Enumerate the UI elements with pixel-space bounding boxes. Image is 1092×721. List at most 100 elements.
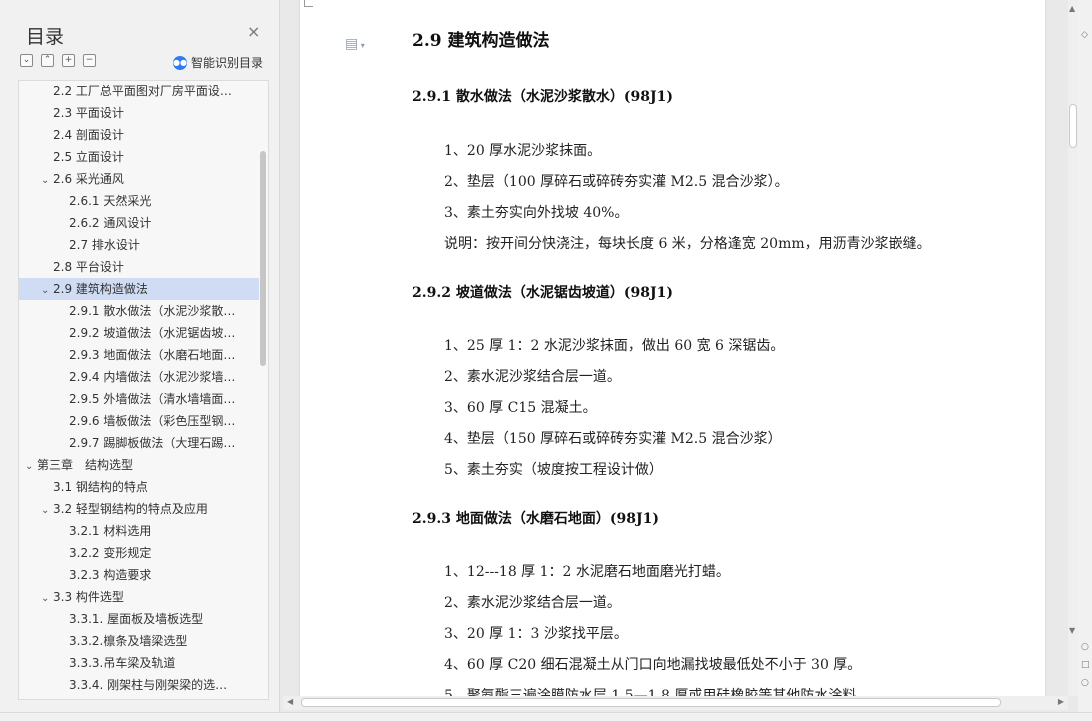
vertical-scroll-thumb[interactable] bbox=[1069, 104, 1077, 148]
toc-item[interactable]: 2.9.3 地面做法（水磨石地面… bbox=[19, 344, 259, 366]
toc-item-label: 2.9.4 内墙做法（水泥沙浆墙… bbox=[69, 370, 236, 384]
toc-item-label: 2.4 剖面设计 bbox=[53, 128, 124, 142]
toc-item[interactable]: ⌄ 3.2 轻型钢结构的特点及应用 bbox=[19, 498, 259, 520]
toc-item[interactable]: 2.2 工厂总平面图对厂房平面设… bbox=[19, 81, 259, 102]
toc-item[interactable]: 2.9.1 散水做法（水泥沙浆散… bbox=[19, 300, 259, 322]
toc-item-label: 2.9.1 散水做法（水泥沙浆散… bbox=[69, 304, 236, 318]
horizontal-scrollbar[interactable]: ◀ ▶ bbox=[283, 696, 1068, 710]
paragraph: 5、聚氨酯三遍涂膜防水层 1.5—1.8 厚或用硅橡胶等其他防水涂料 bbox=[444, 688, 857, 696]
toc-panel: 目录 × ⌄ ⌃ + − ●● 智能识别目录 2.2 工厂总平面图对厂房平面设…… bbox=[0, 0, 280, 712]
toc-item[interactable]: 3.2.2 变形规定 bbox=[19, 542, 259, 564]
toc-item-label: 2.3 平面设计 bbox=[53, 106, 124, 120]
toc-item[interactable]: ⌄ 第三章 结构选型 bbox=[19, 454, 259, 476]
toc-item[interactable]: 2.9.4 内墙做法（水泥沙浆墙… bbox=[19, 366, 259, 388]
document-page: ▤ ▾ 2.9 建筑构造做法 2.9.1 散水做法（水泥沙浆散水）(98J1) … bbox=[300, 0, 1045, 696]
horizontal-scroll-thumb[interactable] bbox=[301, 698, 1001, 707]
toc-scrollbar[interactable] bbox=[259, 81, 267, 699]
toc-item[interactable]: 2.8 平台设计 bbox=[19, 256, 259, 278]
toc-item[interactable]: 2.9.2 坡道做法（水泥锯齿坡… bbox=[19, 322, 259, 344]
vertical-scrollbar[interactable]: ▲ ▼ bbox=[1068, 0, 1078, 696]
toc-item-label: 2.5 立面设计 bbox=[53, 150, 124, 164]
toc-item-label: 2.6.1 天然采光 bbox=[69, 194, 152, 208]
toc-item-label: 3.2.3 构造要求 bbox=[69, 568, 152, 582]
paragraph: 说明：按开间分快浇注，每块长度 6 米，分格逢宽 20mm，用沥青沙浆嵌缝。 bbox=[444, 236, 931, 252]
toc-item[interactable]: 3.3.3.吊车梁及轨道 bbox=[19, 652, 259, 674]
prev-page-icon[interactable]: ○ bbox=[1081, 642, 1089, 652]
paragraph: 5、素土夯实（坡度按工程设计做） bbox=[444, 462, 663, 478]
toc-item[interactable]: 3.3.4. 刚架柱与刚架梁的选… bbox=[19, 674, 259, 696]
toc-item[interactable]: 3.3.1. 屋面板及墙板选型 bbox=[19, 608, 259, 630]
toc-item-label: 3.2.2 变形规定 bbox=[69, 546, 152, 560]
toc-tree: 2.2 工厂总平面图对厂房平面设… 2.3 平面设计 2.4 剖面设计 2.5 立面设… bbox=[18, 80, 269, 700]
smart-toc-label: 智能识别目录 bbox=[191, 56, 264, 70]
close-icon[interactable]: × bbox=[247, 24, 260, 40]
chevron-down-icon[interactable]: ⌄ bbox=[41, 500, 53, 520]
section-heading: 2.9 建筑构造做法 bbox=[412, 31, 550, 51]
smart-toc-button[interactable]: ●● 智能识别目录 bbox=[173, 54, 263, 71]
scroll-down-icon[interactable]: ▼ bbox=[1069, 626, 1075, 635]
expand-all-icon[interactable]: ⌄ bbox=[20, 54, 33, 67]
scroll-left-icon[interactable]: ◀ bbox=[287, 697, 293, 706]
collapse-all-icon[interactable]: ⌃ bbox=[41, 54, 54, 67]
page-select-icon[interactable]: □ bbox=[1081, 660, 1090, 670]
paragraph: 2、素水泥沙浆结合层一道。 bbox=[444, 595, 621, 611]
toc-item[interactable]: ⌄ 2.9 建筑构造做法 bbox=[19, 278, 259, 300]
toc-item-label: 2.9 建筑构造做法 bbox=[53, 282, 148, 296]
subsection-title: 2.9.2 坡道做法（水泥锯齿坡道）(98J1) bbox=[412, 285, 673, 301]
toc-item-label: 3.3 构件选型 bbox=[53, 590, 124, 604]
toc-item[interactable]: 2.9.5 外墙做法（清水墙墙面… bbox=[19, 388, 259, 410]
next-page-icon[interactable]: ○ bbox=[1081, 678, 1089, 688]
smart-recognize-icon: ●● bbox=[173, 55, 187, 70]
toc-item-label: 3.2.1 材料选用 bbox=[69, 524, 152, 538]
paragraph: 3、20 厚 1：3 沙浆找平层。 bbox=[444, 626, 628, 642]
scroll-up-icon[interactable]: ▲ bbox=[1069, 4, 1075, 13]
toc-item[interactable]: 3.3.2.檩条及墙梁选型 bbox=[19, 630, 259, 652]
toc-item[interactable]: 3.2.3 构造要求 bbox=[19, 564, 259, 586]
toc-item[interactable]: 2.9.7 踢脚板做法（大理石踢… bbox=[19, 432, 259, 454]
paragraph: 1、12---18 厚 1：2 水泥磨石地面磨光打蜡。 bbox=[444, 564, 730, 580]
toc-item[interactable]: 2.7 排水设计 bbox=[19, 234, 259, 256]
toc-header: 目录 × ⌄ ⌃ + − ●● 智能识别目录 bbox=[0, 0, 279, 80]
toc-item[interactable]: 2.9.6 墙板做法（彩色压型钢… bbox=[19, 410, 259, 432]
paragraph: 2、素水泥沙浆结合层一道。 bbox=[444, 369, 621, 385]
toc-item[interactable]: 2.3 平面设计 bbox=[19, 102, 259, 124]
paragraph: 1、25 厚 1：2 水泥沙浆抹面，做出 60 宽 6 深锯齿。 bbox=[444, 338, 785, 354]
toc-item-label: 3.3.2.檩条及墙梁选型 bbox=[69, 634, 188, 648]
paragraph: 4、60 厚 C20 细石混凝土从门口向地漏找坡最低处不小于 30 厚。 bbox=[444, 657, 862, 673]
toc-item-label: 3.3.4. 刚架柱与刚架梁的选… bbox=[69, 678, 228, 692]
paragraph: 4、垫层（150 厚碎石或碎砖夯实灌 M2.5 混合沙浆） bbox=[444, 431, 782, 447]
toc-item-label: 3.3.3.吊车梁及轨道 bbox=[69, 656, 176, 670]
toc-item[interactable]: 2.5 立面设计 bbox=[19, 146, 259, 168]
toc-item[interactable]: ⌄ 3.3 构件选型 bbox=[19, 586, 259, 608]
toc-item[interactable]: 3.1 钢结构的特点 bbox=[19, 476, 259, 498]
toc-item-label: 2.9.7 踢脚板做法（大理石踢… bbox=[69, 436, 236, 450]
toc-item[interactable]: 2.4 剖面设计 bbox=[19, 124, 259, 146]
toc-scroll-thumb[interactable] bbox=[260, 151, 266, 366]
paragraph: 2、垫层（100 厚碎石或碎砖夯实灌 M2.5 混合沙浆）。 bbox=[444, 174, 789, 190]
chevron-down-icon[interactable]: ⌄ bbox=[41, 588, 53, 608]
add-level-icon[interactable]: + bbox=[62, 54, 75, 67]
toc-item-label: 2.7 排水设计 bbox=[69, 238, 140, 252]
document-menu-icon[interactable]: ▤ ▾ bbox=[345, 36, 365, 52]
toc-item-label: 2.2 工厂总平面图对厂房平面设… bbox=[53, 84, 232, 98]
paragraph: 1、20 厚水泥沙浆抹面。 bbox=[444, 143, 602, 159]
toc-item-label: 3.2 轻型钢结构的特点及应用 bbox=[53, 502, 208, 516]
remove-level-icon[interactable]: − bbox=[83, 54, 96, 67]
side-expand-icon[interactable]: ◇ bbox=[1081, 30, 1088, 40]
chevron-down-icon[interactable]: ⌄ bbox=[41, 280, 53, 300]
document-area: ▤ ▾ 2.9 建筑构造做法 2.9.1 散水做法（水泥沙浆散水）(98J1) … bbox=[280, 0, 1068, 696]
toc-toolbar: ⌄ ⌃ + − bbox=[20, 54, 96, 67]
toc-item-label: 2.9.5 外墙做法（清水墙墙面… bbox=[69, 392, 236, 406]
toc-item-label: 第三章 结构选型 bbox=[37, 458, 134, 472]
toc-item[interactable]: 2.6.1 天然采光 bbox=[19, 190, 259, 212]
chevron-down-icon[interactable]: ⌄ bbox=[41, 170, 53, 190]
toc-item[interactable]: 2.6.2 通风设计 bbox=[19, 212, 259, 234]
toc-item-label: 2.8 平台设计 bbox=[53, 260, 124, 274]
scroll-right-icon[interactable]: ▶ bbox=[1058, 697, 1064, 706]
side-toolbar: ◇ ○ □ ○ bbox=[1078, 0, 1092, 712]
toc-item[interactable]: ⌄ 2.6 采光通风 bbox=[19, 168, 259, 190]
toc-item[interactable]: 3.2.1 材料选用 bbox=[19, 520, 259, 542]
chevron-down-icon[interactable]: ⌄ bbox=[25, 456, 37, 476]
subsection-title: 2.9.1 散水做法（水泥沙浆散水）(98J1) bbox=[412, 89, 673, 105]
subsection-title: 2.9.3 地面做法（水磨石地面）(98J1) bbox=[412, 511, 659, 527]
